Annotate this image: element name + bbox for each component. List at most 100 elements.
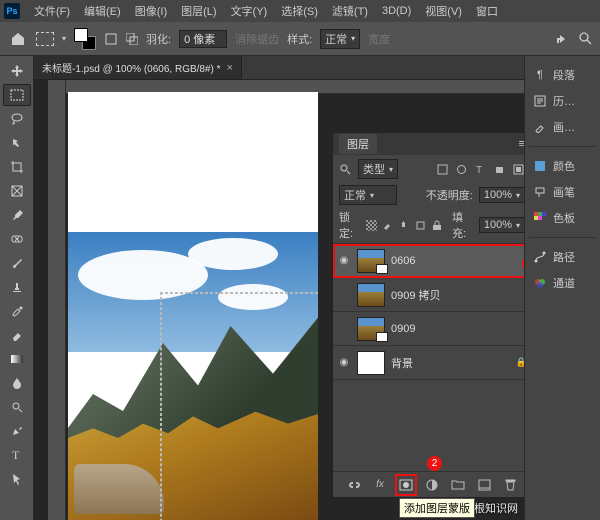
dock-history[interactable]: 历… (529, 90, 596, 112)
layers-panel: 图层 ≡ 类型▾ T (332, 132, 524, 498)
dock-paths[interactable]: 路径 (529, 246, 596, 268)
fg-swatch[interactable] (74, 28, 88, 42)
history-brush-tool[interactable] (3, 300, 31, 322)
home-icon[interactable] (8, 29, 28, 49)
marquee-tool[interactable] (3, 84, 31, 106)
opacity-input[interactable]: 100%▾ (479, 187, 524, 203)
type-tool[interactable]: T (3, 444, 31, 466)
menu-file[interactable]: 文件(F) (28, 1, 76, 21)
lock-pos-icon[interactable] (398, 219, 409, 232)
marquee-mode-new[interactable] (104, 32, 117, 45)
delete-icon[interactable] (502, 477, 518, 493)
layer-name[interactable]: 0909 (391, 323, 524, 335)
lock-nest-icon[interactable] (415, 219, 426, 232)
tooltip: 添加图层蒙版 (399, 498, 475, 518)
blend-mode-select[interactable]: 正常▾ (339, 185, 397, 205)
fx-icon[interactable]: fx (372, 477, 388, 493)
menu-window[interactable]: 窗口 (470, 1, 504, 21)
move-tool[interactable] (3, 60, 31, 82)
layer-row[interactable]: ◉ 背景 🔒 (333, 346, 524, 380)
adjustment-icon[interactable] (424, 477, 440, 493)
layer-thumb[interactable] (357, 317, 385, 341)
canvas-area[interactable]: 图层 ≡ 类型▾ T (34, 80, 524, 520)
path-select-tool[interactable] (3, 468, 31, 490)
close-icon[interactable]: × (227, 62, 233, 74)
dock-paragraph[interactable]: ¶段落 (529, 64, 596, 86)
share-icon[interactable] (555, 31, 571, 47)
fill-input[interactable]: 100%▾ (479, 217, 524, 233)
document-tabbar: 未标题-1.psd @ 100% (0606, RGB/8#) * × (34, 56, 524, 80)
layer-row[interactable]: 0909 (333, 312, 524, 346)
pen-tool[interactable] (3, 420, 31, 442)
add-mask-icon[interactable] (398, 477, 414, 493)
healing-tool[interactable] (3, 228, 31, 250)
menu-type[interactable]: 文字(Y) (225, 1, 274, 21)
new-layer-icon[interactable] (476, 477, 492, 493)
quick-select-tool[interactable] (3, 132, 31, 154)
stamp-tool[interactable] (3, 276, 31, 298)
visibility-toggle[interactable]: ◉ (337, 357, 351, 368)
dock-swatches[interactable]: 色板 (529, 207, 596, 229)
document-canvas[interactable] (68, 92, 318, 520)
gradient-tool[interactable] (3, 348, 31, 370)
panel-menu-icon[interactable]: ≡ (519, 138, 524, 150)
panel-tabbar: 图层 ≡ (333, 133, 524, 155)
group-icon[interactable] (450, 477, 466, 493)
crop-tool[interactable] (3, 156, 31, 178)
swatches-icon (533, 211, 547, 225)
lasso-tool[interactable] (3, 108, 31, 130)
menu-filter[interactable]: 滤镜(T) (326, 1, 374, 21)
style-select[interactable]: 正常▾ (320, 29, 360, 49)
dock-brushes[interactable]: 画笔 (529, 181, 596, 203)
layer-thumb[interactable] (357, 351, 385, 375)
dock-label: 路径 (553, 249, 575, 265)
chevron-down-icon: ▾ (370, 191, 374, 200)
lock-all-icon[interactable] (431, 219, 442, 232)
search-icon[interactable] (339, 163, 352, 176)
chevron-down-icon: ▾ (516, 191, 520, 200)
eraser-tool[interactable] (3, 324, 31, 346)
link-layers-icon[interactable] (346, 477, 362, 493)
filter-type-label: 类型 (363, 161, 385, 177)
frame-tool[interactable] (3, 180, 31, 202)
layer-row[interactable]: ◉ 0606 1 (333, 244, 524, 278)
marquee-selection (160, 292, 318, 294)
lock-icon: 🔒 (516, 357, 524, 368)
layer-row[interactable]: 0909 拷贝 (333, 278, 524, 312)
tool-preset-icon[interactable] (36, 32, 54, 46)
filter-shape-icon[interactable] (493, 163, 506, 176)
menu-3d[interactable]: 3D(D) (376, 3, 417, 19)
dodge-tool[interactable] (3, 396, 31, 418)
brush-tool[interactable] (3, 252, 31, 274)
filter-adjust-icon[interactable] (455, 163, 468, 176)
layer-thumb[interactable] (357, 249, 385, 273)
menu-view[interactable]: 视图(V) (419, 1, 468, 21)
feather-input[interactable] (179, 30, 227, 48)
lock-paint-icon[interactable] (382, 219, 393, 232)
eyedropper-tool[interactable] (3, 204, 31, 226)
dock-channels[interactable]: 通道 (529, 272, 596, 294)
menu-edit[interactable]: 编辑(E) (78, 1, 127, 21)
lock-trans-icon[interactable] (366, 219, 377, 232)
layer-name[interactable]: 0606 (391, 255, 524, 267)
document-tab[interactable]: 未标题-1.psd @ 100% (0606, RGB/8#) * × (34, 56, 242, 79)
filter-type-icon[interactable]: T (474, 163, 487, 176)
chevron-down-icon[interactable]: ▾ (62, 34, 66, 43)
dock-brush-preset[interactable]: 画… (529, 116, 596, 138)
search-icon[interactable] (579, 32, 592, 45)
layers-tab[interactable]: 图层 (339, 134, 377, 154)
dock-label: 通道 (553, 275, 575, 291)
filter-type-select[interactable]: 类型▾ (358, 159, 398, 179)
layer-thumb[interactable] (357, 283, 385, 307)
menu-image[interactable]: 图像(I) (129, 1, 173, 21)
layer-name[interactable]: 背景 (391, 355, 510, 371)
layer-name[interactable]: 0909 拷贝 (391, 287, 524, 303)
visibility-toggle[interactable]: ◉ (337, 255, 351, 266)
dock-color[interactable]: 颜色 (529, 155, 596, 177)
marquee-mode-add[interactable] (125, 32, 138, 45)
filter-smart-icon[interactable] (512, 163, 524, 176)
menu-select[interactable]: 选择(S) (275, 1, 324, 21)
blur-tool[interactable] (3, 372, 31, 394)
menu-layer[interactable]: 图层(L) (175, 1, 222, 21)
filter-pixel-icon[interactable] (436, 163, 449, 176)
